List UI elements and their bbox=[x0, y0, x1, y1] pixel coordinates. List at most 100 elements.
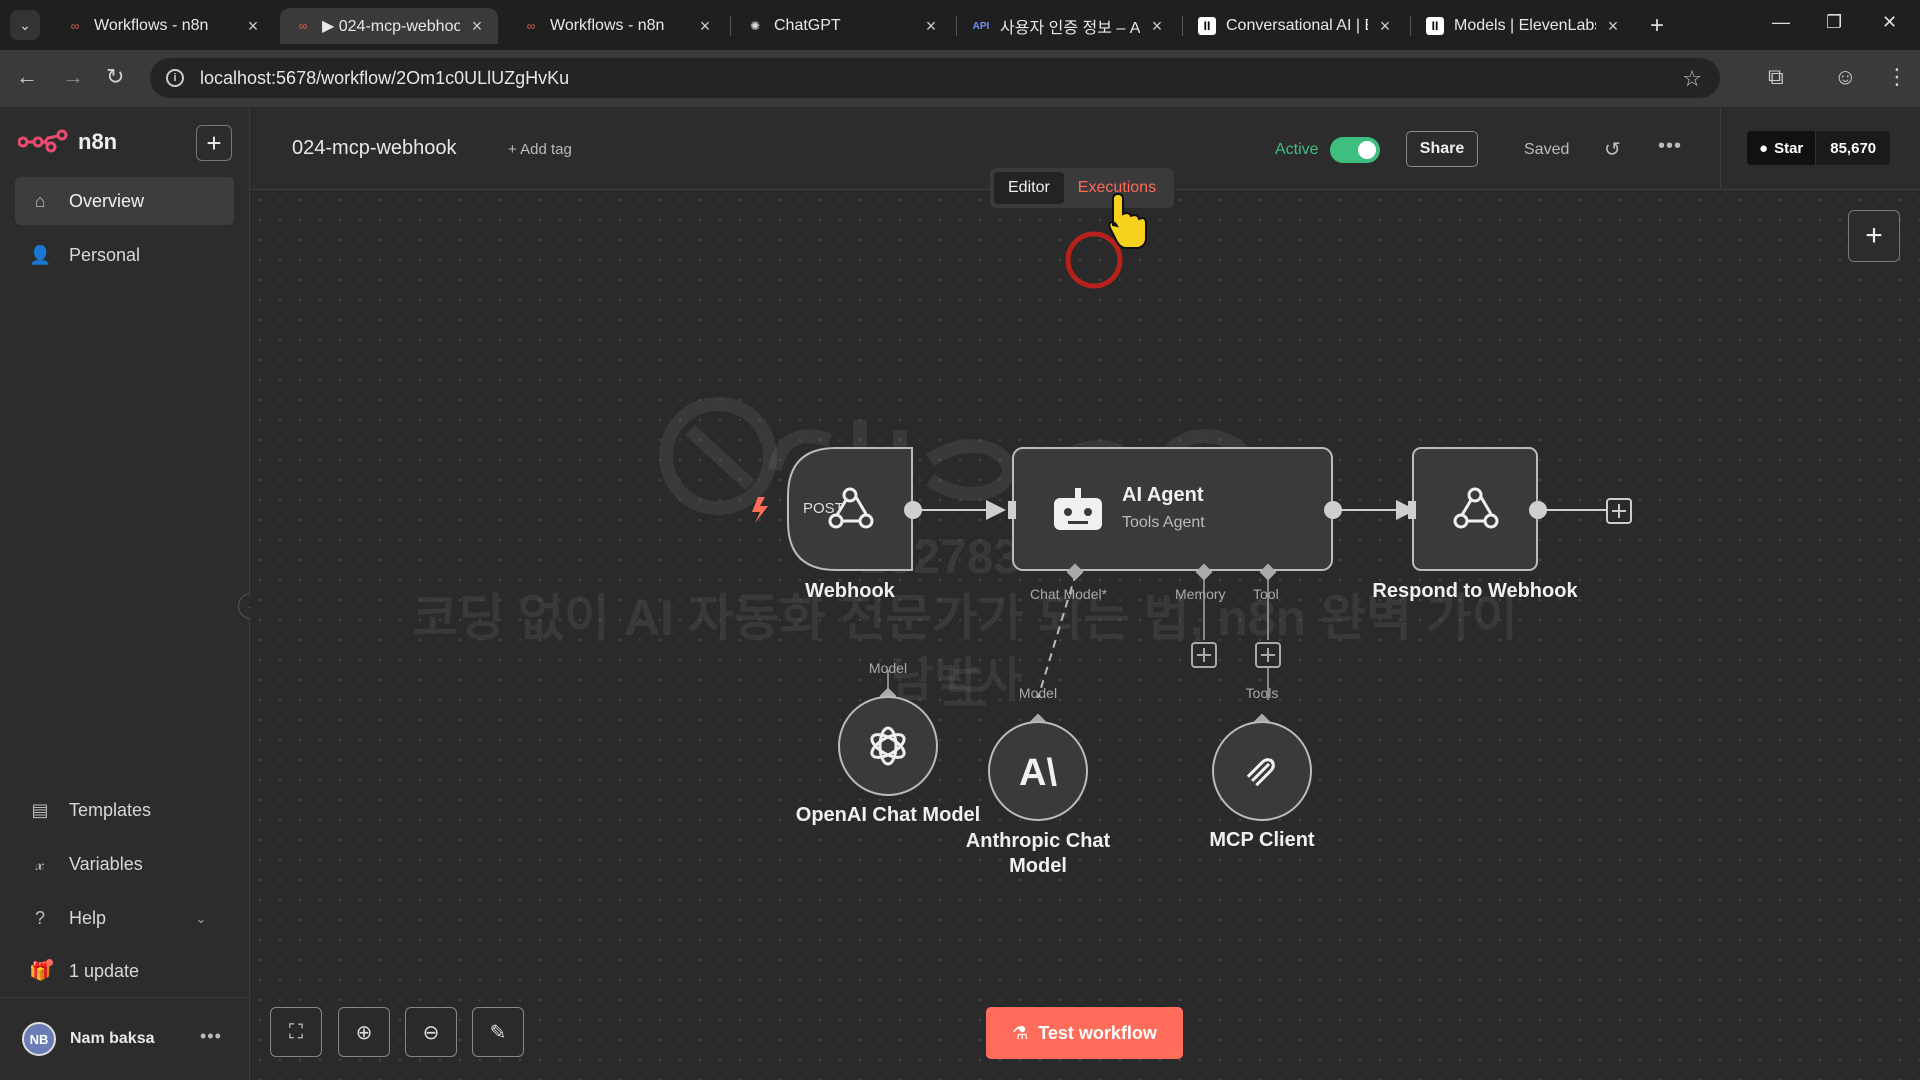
tidy-up-button[interactable]: ✎ bbox=[472, 1007, 524, 1057]
active-label: Active bbox=[1275, 141, 1319, 158]
anthropic-port-label: Model bbox=[1018, 685, 1058, 701]
zoom-out-icon: ⊖ bbox=[422, 1021, 440, 1044]
back-icon[interactable]: ← bbox=[16, 64, 38, 90]
url-field[interactable]: i localhost:5678/workflow/2Om1c0ULlUZgHv… bbox=[150, 58, 1720, 98]
minimize-icon[interactable]: — bbox=[1772, 12, 1790, 33]
sidebar-item-variables[interactable]: 𝓍 Variables bbox=[15, 840, 234, 888]
restore-icon[interactable]: ❐ bbox=[1826, 12, 1842, 33]
variables-icon: 𝓍 bbox=[35, 853, 45, 874]
watermark-number: 232783 bbox=[860, 531, 1021, 584]
anthropic-node-title: Anthropic Chat Model bbox=[965, 830, 1111, 877]
respond-node-title: Respond to Webhook bbox=[1372, 580, 1578, 602]
workflow-name[interactable]: 024-mcp-webhook bbox=[292, 137, 457, 160]
user-icon: 👤 bbox=[29, 244, 52, 265]
tab-title: Workflows - n8n bbox=[550, 17, 665, 34]
more-icon[interactable]: ••• bbox=[200, 1026, 222, 1047]
help-icon: ? bbox=[34, 907, 45, 928]
sidebar: n8n + ⌂ Overview 👤 Personal ▤ Templates … bbox=[0, 107, 250, 1080]
agent-node-title: AI Agent bbox=[1122, 484, 1204, 506]
browser-tab[interactable]: II Models | ElevenLabs × bbox=[1412, 8, 1634, 44]
tab-title: ▶ 024-mcp-webhook bbox=[322, 18, 460, 35]
profile-icon[interactable]: ☺ bbox=[1834, 64, 1856, 90]
fit-view-button[interactable]: ⛶ bbox=[270, 1007, 322, 1057]
browser-tab[interactable]: ∞ Workflows - n8n × bbox=[52, 8, 274, 44]
avatar: NB bbox=[22, 1022, 56, 1056]
sidebar-item-update[interactable]: 🎁 1 update bbox=[15, 947, 234, 995]
close-icon[interactable]: × bbox=[922, 16, 940, 37]
close-icon[interactable]: × bbox=[1148, 16, 1166, 37]
github-star-count: 85,670 bbox=[1815, 131, 1891, 165]
sidebar-item-overview[interactable]: ⌂ Overview bbox=[15, 177, 234, 225]
extensions-icon[interactable]: ⧉ bbox=[1768, 64, 1784, 90]
add-tag-link[interactable]: + Add tag bbox=[508, 141, 572, 158]
mode-switch: Editor Executions bbox=[990, 168, 1175, 208]
zoom-in-button[interactable]: ⊕ bbox=[338, 1007, 390, 1057]
brand-name: n8n bbox=[78, 129, 118, 154]
test-workflow-label: Test workflow bbox=[1038, 1022, 1157, 1043]
github-star-button[interactable]: ● Star 85,670 bbox=[1747, 131, 1891, 165]
broom-icon: ✎ bbox=[489, 1021, 507, 1044]
n8n-logo[interactable]: n8n bbox=[18, 129, 117, 155]
browser-tab[interactable]: ∞ Workflows - n8n × bbox=[508, 8, 726, 44]
tab-title: ChatGPT bbox=[774, 17, 841, 34]
browser-tab[interactable]: API 사용자 인증 정보 – A × bbox=[958, 8, 1178, 44]
github-icon: ● bbox=[1759, 139, 1769, 157]
browser-tab[interactable]: II Conversational AI | E × bbox=[1184, 8, 1406, 44]
sidebar-item-templates[interactable]: ▤ Templates bbox=[15, 786, 234, 834]
tab-title: Workflows - n8n bbox=[94, 17, 209, 34]
close-icon[interactable]: × bbox=[244, 16, 262, 37]
fullscreen-icon: ⛶ bbox=[289, 1020, 303, 1043]
close-icon[interactable]: × bbox=[696, 16, 714, 37]
webhook-output-label: POST bbox=[803, 500, 844, 517]
user-name: Nam baksa bbox=[70, 1030, 155, 1047]
tab-search-button[interactable]: ⌄ bbox=[10, 10, 40, 40]
agent-node-subtitle: Tools Agent bbox=[1122, 514, 1205, 531]
tab-title: Conversational AI | E bbox=[1226, 17, 1368, 34]
more-icon[interactable]: ••• bbox=[1658, 135, 1682, 158]
reload-icon[interactable]: ↻ bbox=[106, 64, 124, 90]
agent-input-tool: Tool bbox=[1253, 586, 1279, 602]
sidebar-item-label: Personal bbox=[69, 244, 141, 265]
workflow-canvas[interactable] bbox=[250, 190, 1920, 1080]
sidebar-item-label: 1 update bbox=[69, 960, 140, 981]
site-info-icon[interactable]: i bbox=[166, 69, 184, 87]
n8n-logo-icon: ∞ bbox=[298, 19, 308, 33]
user-menu[interactable]: NB Nam baksa ••• bbox=[0, 997, 249, 1080]
tab-executions[interactable]: Executions bbox=[1064, 172, 1170, 204]
bookmark-star-icon[interactable]: ☆ bbox=[1682, 66, 1702, 92]
n8n-logo-icon: ∞ bbox=[526, 19, 536, 33]
zoom-out-button[interactable]: ⊖ bbox=[405, 1007, 457, 1057]
elevenlabs-icon: II bbox=[1198, 17, 1216, 35]
home-icon: ⌂ bbox=[34, 190, 46, 211]
add-node-button[interactable]: + bbox=[1848, 210, 1900, 262]
tab-editor[interactable]: Editor bbox=[994, 172, 1064, 204]
add-button[interactable]: + bbox=[196, 125, 232, 161]
browser-menu-icon[interactable]: ⋮ bbox=[1886, 64, 1908, 90]
sidebar-item-label: Templates bbox=[69, 799, 152, 820]
openai-node-title: OpenAI Chat Model bbox=[795, 804, 981, 826]
tab-title: 사용자 인증 정보 – A bbox=[1000, 20, 1140, 37]
sidebar-item-help[interactable]: ? Help ⌄ bbox=[15, 894, 234, 942]
active-toggle[interactable] bbox=[1330, 137, 1380, 163]
browser-tab[interactable]: ✺ ChatGPT × bbox=[732, 8, 952, 44]
elevenlabs-icon: II bbox=[1426, 17, 1444, 35]
flask-icon: ⚗ bbox=[1012, 1022, 1029, 1043]
sidebar-item-personal[interactable]: 👤 Personal bbox=[15, 231, 234, 279]
address-bar-row: ← → ↻ i localhost:5678/workflow/2Om1c0UL… bbox=[0, 50, 1920, 107]
browser-tab-active[interactable]: ∞ ▶ 024-mcp-webhook × bbox=[280, 8, 498, 44]
close-icon[interactable]: × bbox=[1604, 16, 1622, 37]
new-tab-button[interactable]: + bbox=[1650, 12, 1664, 40]
test-workflow-button[interactable]: ⚗ Test workflow bbox=[986, 1007, 1183, 1059]
forward-icon[interactable]: → bbox=[62, 64, 84, 90]
mcp-node-title: MCP Client bbox=[1209, 829, 1315, 851]
chatgpt-icon: ✺ bbox=[749, 19, 761, 33]
share-button[interactable]: Share bbox=[1406, 131, 1478, 167]
sidebar-item-label: Overview bbox=[69, 190, 145, 211]
close-icon[interactable]: × bbox=[468, 16, 486, 37]
webhook-node-title: Webhook bbox=[805, 580, 895, 602]
close-window-icon[interactable]: ✕ bbox=[1882, 12, 1897, 33]
close-icon[interactable]: × bbox=[1376, 16, 1394, 37]
openai-port-label: Model bbox=[868, 660, 908, 676]
sidebar-item-label: Help bbox=[69, 907, 107, 928]
history-icon[interactable]: ↺ bbox=[1604, 137, 1621, 162]
